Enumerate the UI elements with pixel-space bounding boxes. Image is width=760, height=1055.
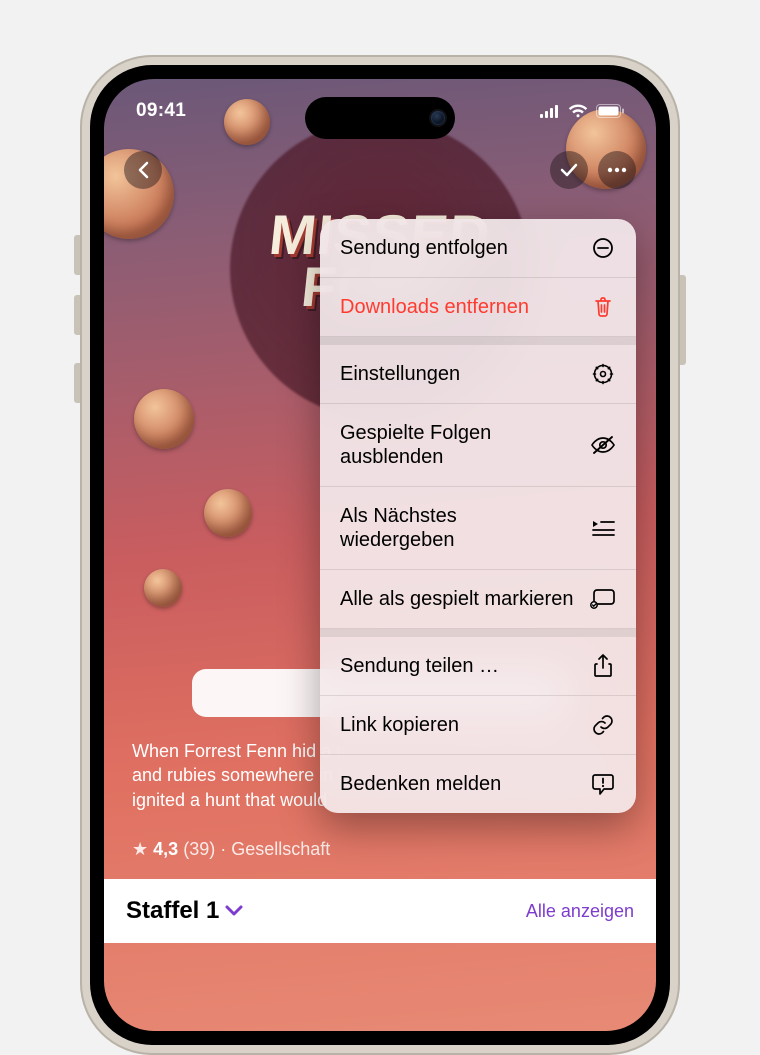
menu-label: Alle als gespielt markieren — [340, 587, 576, 611]
status-indicators — [540, 104, 624, 118]
phone-bezel: MISSED FORT 09:41 — [90, 65, 670, 1045]
gear-icon — [590, 363, 616, 385]
menu-item-copy-link[interactable]: Link kopieren — [320, 696, 636, 755]
menu-label: Link kopieren — [340, 713, 576, 737]
nav-bar — [104, 151, 656, 189]
menu-item-mark-all-played[interactable]: Alle als gespielt markieren — [320, 570, 636, 629]
mark-played-icon — [590, 589, 616, 609]
menu-item-hide-played[interactable]: Gespielte Folgen ausblenden — [320, 404, 636, 487]
front-camera-icon — [431, 111, 445, 125]
menu-item-share[interactable]: Sendung teilen … — [320, 637, 636, 696]
menu-item-play-next[interactable]: Als Nächstes wiedergeben — [320, 487, 636, 570]
rating-category: Gesellschaft — [231, 839, 330, 859]
trash-icon — [590, 296, 616, 318]
menu-item-settings[interactable]: Einstellungen — [320, 345, 636, 404]
link-icon — [590, 713, 616, 737]
menu-label: Als Nächstes wiedergeben — [340, 504, 576, 552]
wifi-icon — [568, 104, 588, 118]
menu-separator — [320, 629, 636, 637]
menu-item-report[interactable]: Bedenken melden — [320, 755, 636, 813]
battery-icon — [596, 104, 624, 118]
menu-label: Einstellungen — [340, 362, 576, 386]
season-header: Staffel 1 Alle anzeigen — [104, 879, 656, 943]
menu-label: Gespielte Folgen ausblenden — [340, 421, 576, 469]
rating-value: 4,3 — [153, 839, 178, 859]
podcast-meta: ★ 4,3 (39) · Gesellschaft — [132, 839, 628, 860]
star-icon: ★ — [132, 839, 148, 859]
menu-label: Downloads entfernen — [340, 295, 576, 319]
season-picker[interactable]: Staffel 1 — [126, 897, 243, 925]
queue-icon — [590, 519, 616, 537]
status-time: 09:41 — [136, 100, 186, 122]
menu-label: Sendung entfolgen — [340, 236, 576, 260]
phone-frame: MISSED FORT 09:41 — [80, 55, 680, 1055]
eye-slash-icon — [590, 435, 616, 455]
see-all-link[interactable]: Alle anzeigen — [526, 901, 634, 922]
chevron-down-icon — [225, 905, 243, 917]
season-title: Staffel 1 — [126, 897, 219, 925]
report-icon — [590, 773, 616, 795]
menu-separator — [320, 337, 636, 345]
share-icon — [590, 654, 616, 678]
cellular-icon — [540, 105, 560, 118]
dynamic-island — [305, 97, 455, 139]
menu-item-remove-downloads[interactable]: Downloads entfernen — [320, 278, 636, 337]
menu-label: Bedenken melden — [340, 772, 576, 796]
more-button[interactable] — [598, 151, 636, 189]
more-context-menu: Sendung entfolgen Downloads entfernen Ei… — [320, 219, 636, 813]
unfollow-icon — [590, 237, 616, 259]
screen: MISSED FORT 09:41 — [104, 79, 656, 1031]
menu-item-unfollow[interactable]: Sendung entfolgen — [320, 219, 636, 278]
back-button[interactable] — [124, 151, 162, 189]
menu-label: Sendung teilen … — [340, 654, 576, 678]
followed-check-button[interactable] — [550, 151, 588, 189]
rating-count: (39) — [183, 839, 215, 859]
